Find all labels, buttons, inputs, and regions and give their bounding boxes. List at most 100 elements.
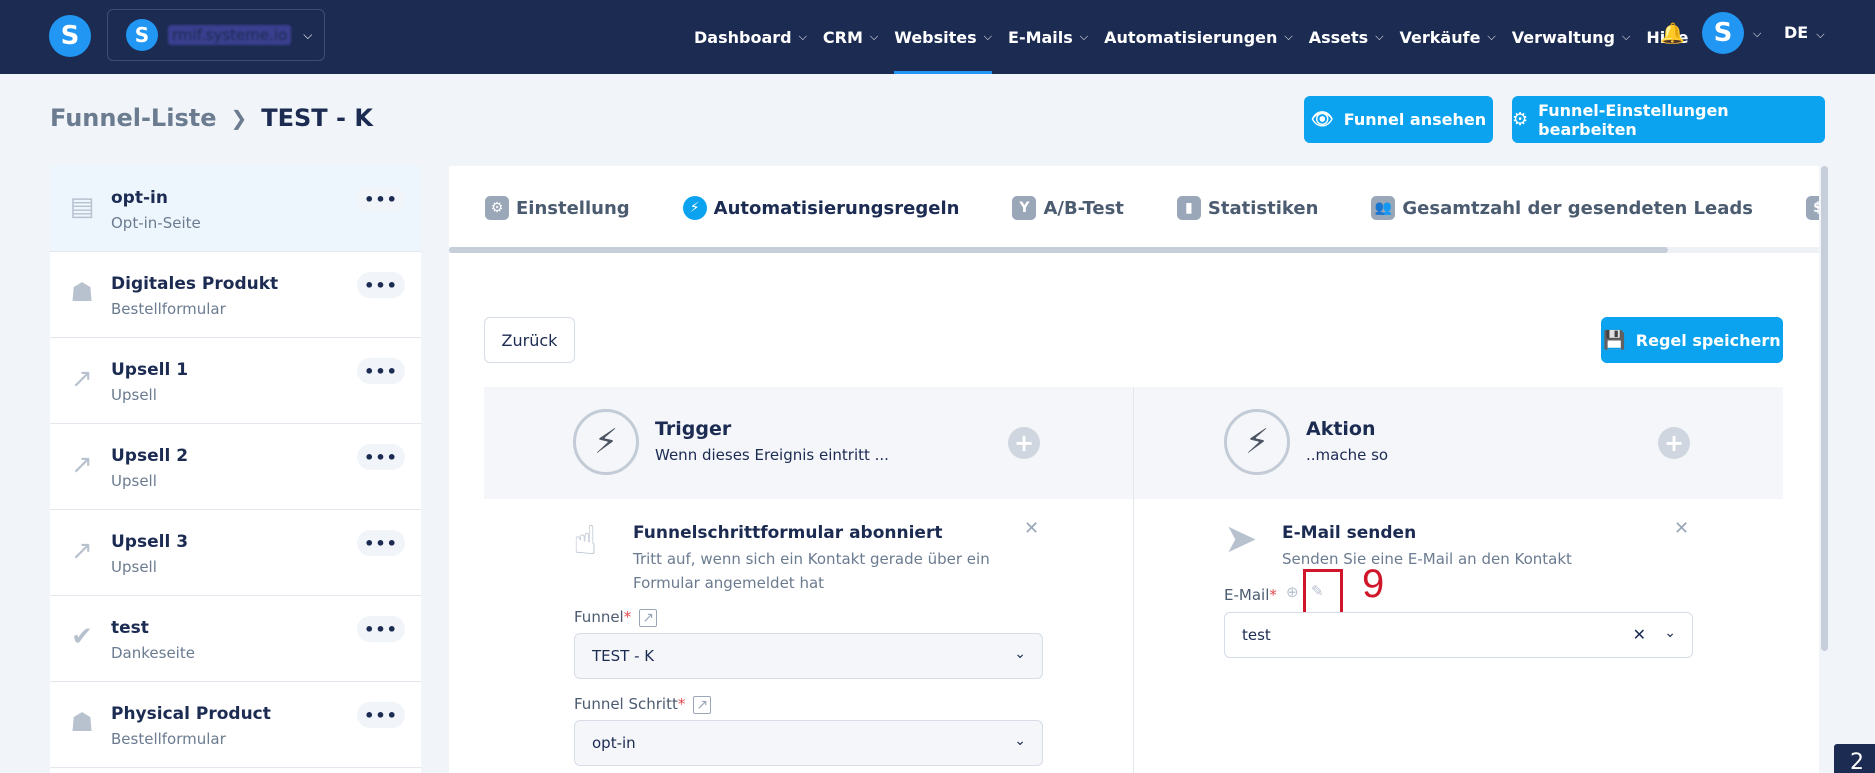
language-label: DE (1784, 23, 1809, 42)
action-card-description: Senden Sie eine E-Mail an den Kontakt (1282, 550, 1572, 568)
save-rule-label: Regel speichern (1635, 330, 1781, 350)
funnel-step-type: Opt-in-Seite (111, 214, 201, 232)
funnel-step-label-text: Funnel Schritt (574, 695, 678, 713)
more-options-button[interactable]: ••• (357, 272, 405, 298)
user-avatar[interactable]: S (1702, 12, 1744, 54)
save-rule-button[interactable]: 💾 Regel speichern (1601, 317, 1783, 363)
annotation-step-number: 9 (1362, 562, 1385, 606)
nav-item-verk-ufe[interactable]: Verkäufe ⌵ (1400, 0, 1496, 74)
add-email-icon[interactable]: ⊕ (1286, 583, 1299, 601)
tab-gesamte-verk-ufe[interactable]: $Gesamte Verkäufe (1770, 166, 1819, 250)
required-marker: * (1269, 586, 1277, 604)
view-funnel-button[interactable]: 👁 Funnel ansehen (1304, 96, 1493, 143)
funnel-select[interactable]: TEST - K ⌄ (574, 633, 1043, 679)
user-avatar-letter: S (1713, 18, 1733, 48)
tab-label: Gesamtzahl der gesendeten Leads (1402, 197, 1753, 219)
funnel-settings-button[interactable]: ⚙ Funnel-Einstellungen bearbeiten (1512, 96, 1825, 143)
main-nav: Dashboard ⌵ CRM ⌵ Websites ⌵ E-Mails ⌵ Automatis… (694, 0, 1704, 74)
brand-logo[interactable]: S (49, 15, 91, 57)
email-field-label: E-Mail* (1224, 586, 1277, 604)
breadcrumb-funnel-list[interactable]: Funnel-Liste (50, 104, 216, 132)
trigger-title: Trigger (655, 418, 732, 440)
paper-plane-icon: ➤ (1224, 516, 1258, 562)
more-options-button[interactable]: ••• (357, 616, 405, 642)
chevron-down-icon: ⌵ (303, 27, 313, 42)
clear-icon[interactable]: ✕ (1633, 625, 1646, 644)
cart-check-icon: ✔ (71, 622, 93, 652)
nav-item-label: Assets (1308, 27, 1369, 47)
chevron-right-icon: ❯ (230, 106, 248, 130)
action-title: Aktion (1306, 418, 1376, 440)
remove-trigger-close-icon[interactable]: ✕ (1024, 518, 1039, 539)
required-marker: * (623, 608, 632, 626)
funnel-step-item[interactable]: ✔ test Dankeseite ••• (50, 596, 421, 682)
chevron-down-icon: ⌵ (1816, 28, 1825, 41)
chevron-down-icon[interactable]: ⌄ (1664, 625, 1676, 641)
language-switcher[interactable]: DE ⌵ (1784, 23, 1825, 42)
funnel-step-item[interactable]: ↗ Upsell 2 Upsell ••• (50, 424, 421, 510)
trigger-card-description: Tritt auf, wenn sich ein Kontakt gerade … (633, 550, 990, 592)
funnel-step-item[interactable]: ☗ Physical Product Bestellformular ••• (50, 682, 421, 768)
email-select[interactable]: test ✕ ⌄ (1224, 612, 1693, 658)
tab-scrollbar-thumb[interactable] (449, 247, 1668, 253)
page-title: TEST - K (261, 104, 373, 132)
email-label-text: E-Mail (1224, 586, 1270, 604)
bell-icon[interactable]: 🔔 (1660, 21, 1685, 45)
chevron-down-icon[interactable]: ⌵ (1753, 27, 1761, 41)
trend-icon: ↗ (71, 450, 93, 480)
funnel-step-select[interactable]: opt-in ⌄ (574, 720, 1043, 766)
save-icon: 💾 (1603, 329, 1626, 351)
trigger-card-title: Funnelschrittformular abonniert (633, 523, 943, 543)
external-link-icon[interactable]: ↗ (639, 609, 657, 627)
tab-gesamtzahl-der-gesendeten-leads[interactable]: 👥 Gesamtzahl der gesendeten Leads (1335, 166, 1770, 250)
chevron-down-icon: ⌵ (1284, 30, 1293, 43)
more-options-button[interactable]: ••• (357, 358, 405, 384)
funnel-step-item[interactable]: ↗ Upsell 1 Upsell ••• (50, 338, 421, 424)
tab-scrollbar[interactable] (449, 247, 1819, 253)
workspace-switcher[interactable]: S rmif.systeme.io ⌵ (107, 9, 325, 61)
remove-action-close-icon[interactable]: ✕ (1674, 518, 1689, 539)
workspace-name: rmif.systeme.io (168, 25, 292, 45)
funnel-step-item[interactable]: ☗ Digitales Produkt Bestellformular ••• (50, 252, 421, 338)
funnel-step-type: Upsell (111, 558, 157, 576)
add-trigger-button[interactable]: + (1008, 427, 1040, 459)
funnel-label-text: Funnel (574, 608, 624, 626)
hand-pointer-icon: ☝ (573, 518, 598, 564)
nav-item-label: Automatisierungen (1104, 27, 1278, 47)
tab-bar: ⚙ Einstellung ⚡ Automatisierungsregeln Y A/B-… (449, 166, 1819, 250)
brand-logo-letter: S (60, 21, 80, 51)
more-options-button[interactable]: ••• (357, 444, 405, 470)
more-options-button[interactable]: ••• (357, 702, 405, 728)
nav-item-label: Websites (894, 27, 977, 47)
back-label: Zurück (501, 330, 558, 350)
chevron-down-icon: ⌵ (1079, 30, 1089, 43)
nav-item-automatisierungen[interactable]: Automatisierungen ⌵ (1104, 0, 1293, 74)
more-options-button[interactable]: ••• (357, 186, 405, 212)
required-marker: * (677, 695, 686, 713)
nav-item-assets[interactable]: Assets ⌵ (1309, 0, 1384, 74)
external-link-icon[interactable]: ↗ (693, 696, 712, 714)
tab-automatisierungsregeln[interactable]: ⚡ Automatisierungsregeln (646, 166, 977, 250)
funnel-step-type: Bestellformular (111, 730, 226, 748)
nav-item-dashboard[interactable]: Dashboard ⌵ (694, 0, 807, 74)
funnel-step-item[interactable]: ↗ Upsell 3 Upsell ••• (50, 510, 421, 596)
nav-item-websites[interactable]: Websites ⌵ (894, 0, 992, 74)
nav-item-verwaltung[interactable]: Verwaltung ⌵ (1512, 0, 1631, 74)
tab-einstellung[interactable]: ⚙ Einstellung (449, 166, 647, 250)
funnel-step-item[interactable]: ▤ opt-in Opt-in-Seite ••• (50, 166, 421, 252)
chevron-down-icon: ⌵ (1375, 30, 1384, 43)
tab-label: Einstellung (516, 197, 630, 219)
nav-item-crm[interactable]: CRM ⌵ (823, 0, 878, 74)
page-scrollbar[interactable] (1821, 166, 1828, 651)
add-action-button[interactable]: + (1658, 427, 1690, 459)
nav-item-label: CRM (822, 27, 863, 47)
nav-item-e-mails[interactable]: E-Mails ⌵ (1008, 0, 1088, 74)
tab-a-b-test[interactable]: Y A/B-Test (976, 166, 1140, 250)
corner-badge[interactable]: 2 (1834, 744, 1875, 773)
tab-statistiken[interactable]: ▮ Statistiken (1141, 166, 1336, 250)
more-options-button[interactable]: ••• (357, 530, 405, 556)
funnel-step-type: Bestellformular (111, 300, 226, 318)
view-funnel-label: Funnel ansehen (1343, 110, 1487, 129)
back-button[interactable]: Zurück (484, 317, 575, 363)
bolt-icon: ⚡ (682, 196, 707, 220)
